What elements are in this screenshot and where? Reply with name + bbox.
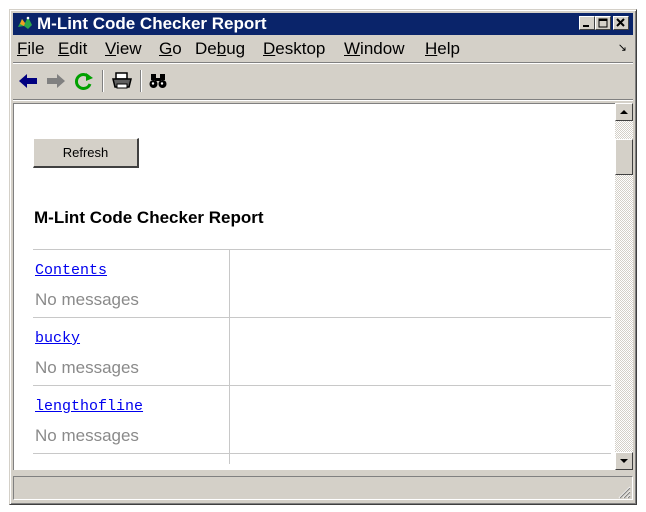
- find-button[interactable]: [146, 69, 172, 93]
- minimize-button[interactable]: [579, 16, 595, 30]
- file-message: No messages: [35, 358, 139, 377]
- menubar-divider: [13, 62, 633, 64]
- report-table: Contents No messages bucky No messages l…: [33, 249, 611, 464]
- refresh-icon: [74, 73, 93, 90]
- matlab-help-browser-window: M-Lint Code Checker Report File Edit Vie…: [9, 9, 637, 505]
- menu-debug[interactable]: Debug: [195, 39, 245, 59]
- scrollbar-thumb[interactable]: [615, 139, 633, 175]
- back-arrow-icon: [19, 74, 37, 88]
- title-bar[interactable]: M-Lint Code Checker Report: [13, 13, 633, 35]
- minimize-icon: [583, 25, 589, 27]
- file-message: No messages: [35, 426, 139, 445]
- forward-arrow-icon: [47, 74, 65, 88]
- refresh-toolbar-button[interactable]: [71, 69, 97, 93]
- file-message: No messages: [35, 290, 139, 309]
- menu-edit[interactable]: Edit: [58, 39, 87, 59]
- menu-view[interactable]: View: [105, 39, 142, 59]
- toolbar-separator: [140, 70, 142, 92]
- toolbar-separator: [102, 70, 104, 92]
- toolbar: [13, 65, 633, 97]
- report-heading: M-Lint Code Checker Report: [34, 208, 264, 227]
- close-button[interactable]: [613, 16, 629, 30]
- toolbar-divider: [13, 99, 633, 101]
- find-binoculars-icon: [149, 74, 167, 88]
- table-row: lengthofline No messages: [33, 385, 611, 453]
- file-link-contents[interactable]: Contents: [35, 262, 107, 279]
- scroll-down-arrow-icon: [620, 459, 628, 463]
- print-icon: [112, 72, 132, 89]
- menu-overflow-chevron-icon[interactable]: ↘: [618, 41, 627, 54]
- scroll-up-arrow-icon: [620, 110, 628, 114]
- menu-desktop[interactable]: Desktop: [263, 39, 325, 59]
- report-content-pane: Refresh M-Lint Code Checker Report Conte…: [13, 103, 615, 470]
- forward-button[interactable]: [43, 69, 69, 93]
- column-divider: [229, 454, 230, 464]
- scroll-up-button[interactable]: [615, 103, 633, 121]
- scroll-down-button[interactable]: [615, 452, 633, 470]
- print-button[interactable]: [109, 69, 135, 93]
- vertical-scrollbar[interactable]: [615, 103, 633, 470]
- menu-help[interactable]: Help: [425, 39, 460, 59]
- maximize-icon: [598, 18, 608, 28]
- file-link-lengthofline[interactable]: lengthofline: [35, 398, 143, 415]
- file-link-bucky[interactable]: bucky: [35, 330, 80, 347]
- back-button[interactable]: [15, 69, 41, 93]
- menu-file[interactable]: File: [17, 39, 44, 59]
- column-divider: [229, 386, 230, 453]
- close-icon: [616, 18, 625, 27]
- menu-bar: File Edit View Go Debug Desktop Window H…: [13, 37, 633, 61]
- matlab-app-icon: [18, 16, 32, 29]
- column-divider: [229, 250, 230, 317]
- resize-grip-icon[interactable]: [617, 485, 631, 499]
- status-panel: [13, 476, 633, 500]
- table-row: [33, 453, 611, 464]
- status-bar: [13, 473, 633, 501]
- refresh-button[interactable]: Refresh: [33, 138, 139, 168]
- maximize-button[interactable]: [595, 16, 611, 30]
- column-divider: [229, 318, 230, 385]
- menu-go[interactable]: Go: [159, 39, 182, 59]
- window-title: M-Lint Code Checker Report: [37, 14, 267, 33]
- table-row: Contents No messages: [33, 249, 611, 317]
- menu-window[interactable]: Window: [344, 39, 404, 59]
- table-row: bucky No messages: [33, 317, 611, 385]
